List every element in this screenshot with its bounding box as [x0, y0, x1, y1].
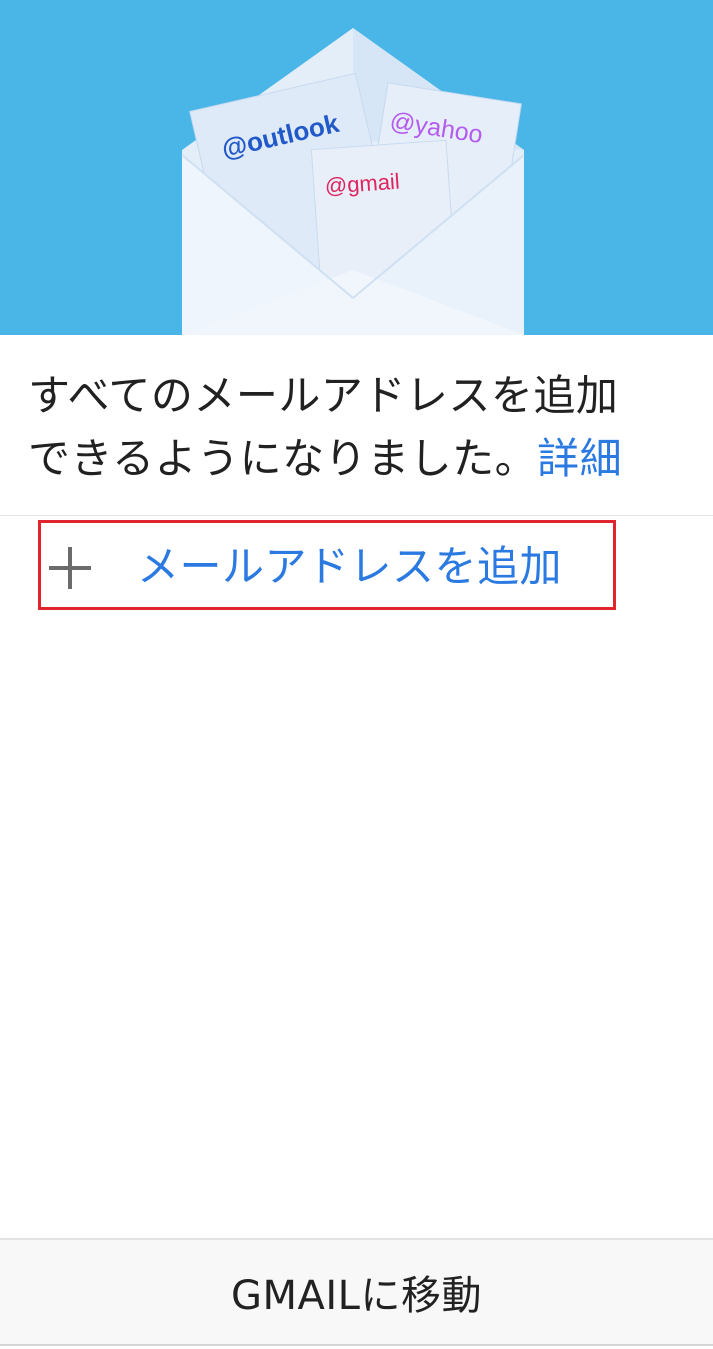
plus-icon — [49, 547, 91, 589]
info-line-2-text: できるようになりました。 — [28, 434, 538, 483]
envelope-illustration: @outlook @yahoo @gmail — [0, 0, 713, 335]
hero-banner: @outlook @yahoo @gmail — [0, 0, 713, 335]
divider — [0, 515, 713, 516]
welcome-screen: @outlook @yahoo @gmail すべてのメールアドレスを追加 でき… — [0, 0, 713, 1349]
info-line-1: すべてのメールアドレスを追加 — [28, 371, 619, 420]
go-to-gmail-button[interactable]: GMAILに移動 — [0, 1240, 713, 1344]
details-link[interactable]: 詳細 — [537, 434, 622, 483]
info-message: すべてのメールアドレスを追加 できるようになりました。詳細 — [28, 364, 688, 490]
add-email-address-button[interactable]: メールアドレスを追加 — [38, 520, 616, 610]
info-line-2: できるようになりました。詳細 — [28, 427, 688, 490]
card-gmail-label: @gmail — [324, 169, 400, 199]
add-email-address-label: メールアドレスを追加 — [137, 542, 563, 591]
bottom-action-bar: GMAILに移動 — [0, 1238, 713, 1346]
